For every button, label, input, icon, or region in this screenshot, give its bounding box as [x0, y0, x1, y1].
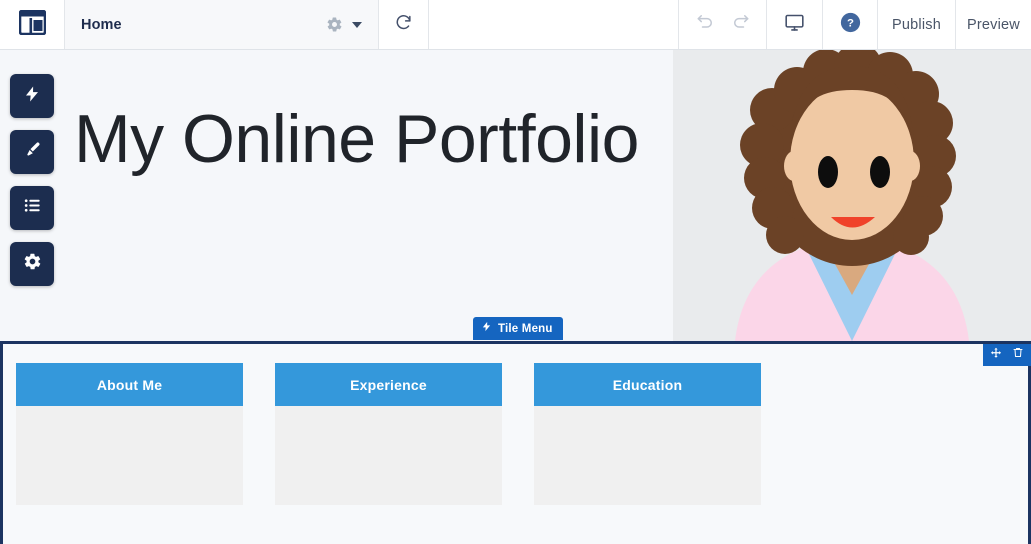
lightning-bolt-icon: [23, 85, 41, 108]
hero-section[interactable]: My Online Portfolio: [0, 50, 1031, 341]
sidebar-item-pages-list[interactable]: [10, 186, 54, 230]
tile-header[interactable]: Education: [534, 363, 761, 406]
chevron-down-icon[interactable]: [352, 21, 362, 28]
redo-arrow-icon[interactable]: [731, 12, 751, 37]
tile-menu-section[interactable]: About Me Experience Education: [0, 341, 1031, 544]
tile-label: Experience: [350, 376, 427, 393]
help-button[interactable]: ?: [823, 0, 878, 49]
paintbrush-icon: [23, 140, 42, 164]
editor-sidebar: [10, 74, 54, 286]
tile-header[interactable]: About Me: [16, 363, 243, 406]
top-toolbar: Home ? Publish Preview: [0, 0, 1031, 50]
tile-label: About Me: [96, 376, 163, 393]
help-question-circle-icon: ?: [840, 12, 861, 38]
device-preview-button[interactable]: [767, 0, 823, 49]
tile-header[interactable]: Experience: [275, 363, 502, 406]
list-icon: [23, 196, 42, 220]
page-title: My Online Portfolio: [74, 101, 639, 177]
move-arrows-icon[interactable]: [990, 346, 1002, 364]
gear-icon[interactable]: [326, 16, 343, 33]
refresh-button[interactable]: [379, 0, 429, 49]
tile-menu-badge[interactable]: Tile Menu: [473, 317, 563, 340]
app-logo-button[interactable]: [0, 0, 64, 49]
tile-item[interactable]: Education: [534, 363, 761, 505]
page-selector[interactable]: Home: [64, 0, 379, 49]
history-controls: [679, 0, 767, 49]
tile-list: About Me Experience Education: [16, 363, 761, 505]
undo-arrow-icon[interactable]: [695, 12, 715, 37]
page-name-label: Home: [81, 16, 122, 33]
lightning-bolt-icon: [481, 320, 492, 338]
svg-text:?: ?: [847, 17, 854, 29]
tile-body[interactable]: [275, 406, 502, 505]
trash-icon[interactable]: [1012, 346, 1024, 364]
layout-template-icon: [18, 9, 46, 40]
preview-button[interactable]: Preview: [956, 0, 1031, 49]
sidebar-item-add-element[interactable]: [10, 74, 54, 118]
section-toolbar: [983, 344, 1031, 366]
tile-item[interactable]: Experience: [275, 363, 502, 505]
toolbar-spacer: [429, 0, 679, 49]
refresh-icon: [394, 13, 413, 37]
tile-item[interactable]: About Me: [16, 363, 243, 505]
tile-label: Education: [612, 376, 683, 393]
woman-avatar-illustration: [673, 50, 1031, 341]
gear-icon: [23, 252, 42, 276]
publish-button[interactable]: Publish: [878, 0, 956, 49]
tile-body[interactable]: [16, 406, 243, 505]
desktop-monitor-icon: [784, 12, 805, 38]
sidebar-item-design[interactable]: [10, 130, 54, 174]
editor-canvas: My Online Portfolio Tile Menu About Me E…: [0, 50, 1031, 544]
tile-menu-label: Tile Menu: [498, 322, 553, 335]
sidebar-item-settings[interactable]: [10, 242, 54, 286]
tile-body[interactable]: [534, 406, 761, 505]
